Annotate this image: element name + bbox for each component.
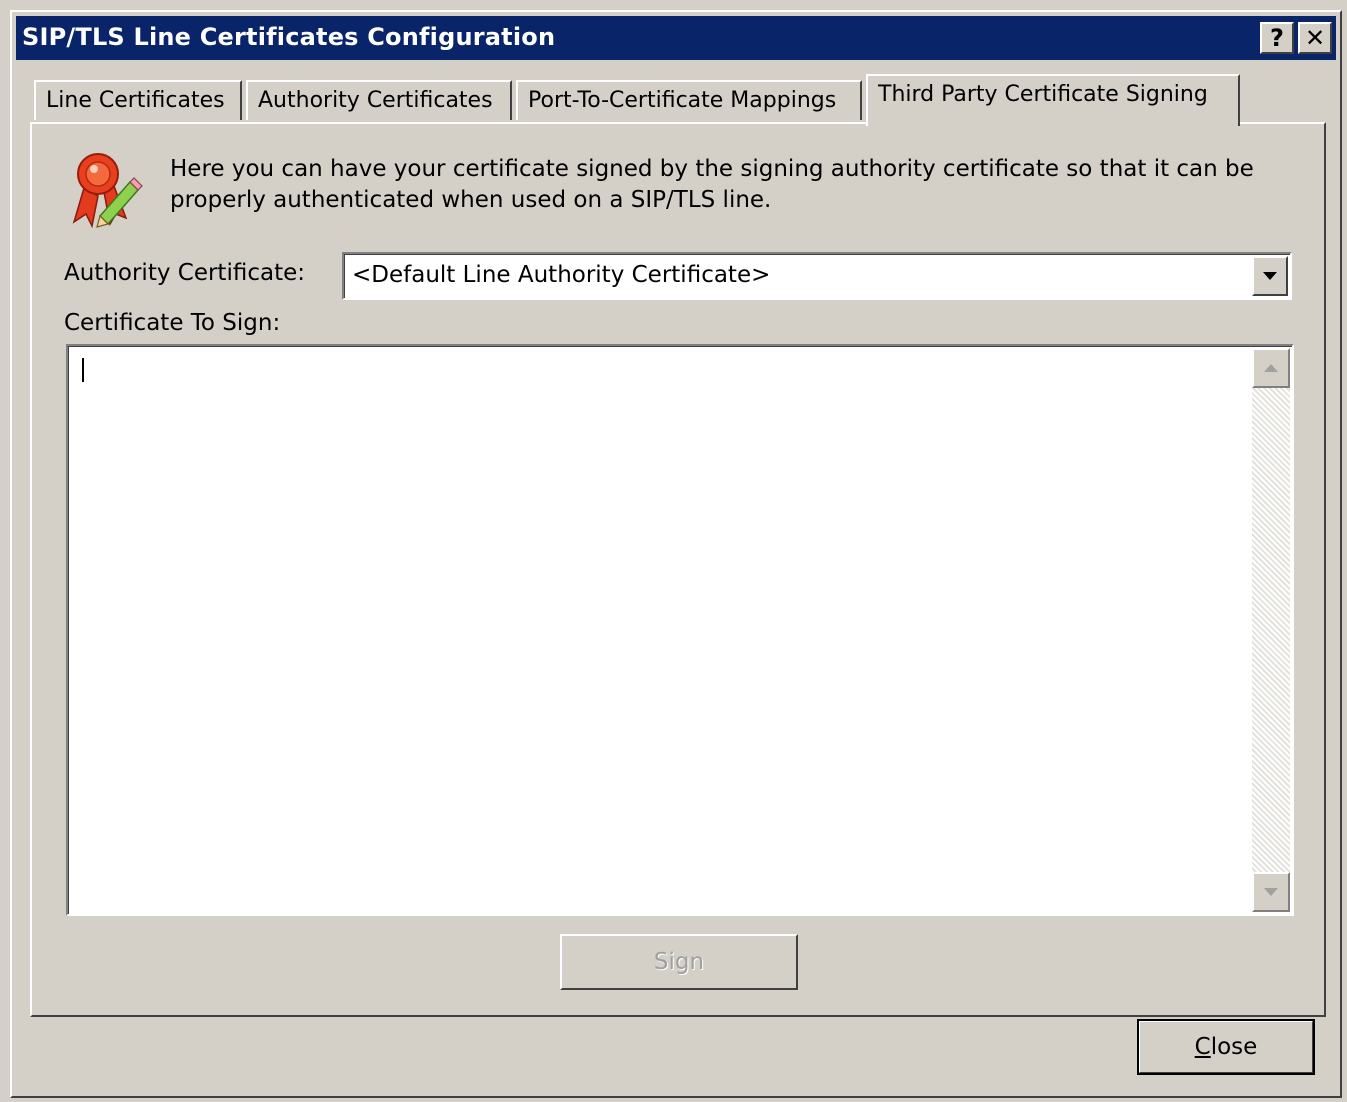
scroll-down-button[interactable] bbox=[1252, 872, 1290, 912]
chevron-down-icon bbox=[1263, 272, 1277, 280]
authority-certificate-value: <Default Line Authority Certificate> bbox=[352, 262, 771, 288]
scroll-up-button[interactable] bbox=[1252, 348, 1290, 388]
sign-button[interactable]: Sign bbox=[560, 934, 798, 990]
help-button[interactable]: ? bbox=[1260, 22, 1294, 54]
text-caret bbox=[82, 358, 84, 382]
arrow-up-icon bbox=[1264, 364, 1278, 372]
vertical-scrollbar[interactable] bbox=[1252, 348, 1290, 912]
description-text: Here you can have your certificate signe… bbox=[170, 156, 1254, 213]
title-bar[interactable]: SIP/TLS Line Certificates Configuration … bbox=[16, 16, 1336, 60]
tab-authority-certificates[interactable]: Authority Certificates bbox=[246, 80, 512, 120]
certificate-to-sign-textarea[interactable] bbox=[66, 344, 1294, 916]
tab-port-to-certificate-mappings[interactable]: Port-To-Certificate Mappings bbox=[516, 80, 862, 120]
close-window-button[interactable]: ✕ bbox=[1298, 22, 1332, 54]
tab-line-certificates[interactable]: Line Certificates bbox=[34, 80, 242, 120]
tab-third-party-certificate-signing[interactable]: Third Party Certificate Signing bbox=[866, 74, 1240, 126]
window-title: SIP/TLS Line Certificates Configuration bbox=[22, 23, 556, 51]
close-button[interactable]: Close bbox=[1137, 1019, 1315, 1075]
dropdown-arrow-button[interactable] bbox=[1252, 256, 1288, 296]
certificate-ribbon-pencil-icon bbox=[72, 153, 143, 229]
authority-certificate-select[interactable]: <Default Line Authority Certificate> bbox=[342, 252, 1292, 300]
certificate-to-sign-label: Certificate To Sign: bbox=[64, 310, 281, 336]
arrow-down-icon bbox=[1264, 888, 1278, 896]
tab-panel: Here you can have your certificate signe… bbox=[30, 122, 1326, 1017]
authority-certificate-label: Authority Certificate: bbox=[64, 260, 305, 286]
close-button-label: lose bbox=[1210, 1034, 1258, 1060]
close-button-mnemonic: C bbox=[1194, 1034, 1211, 1060]
